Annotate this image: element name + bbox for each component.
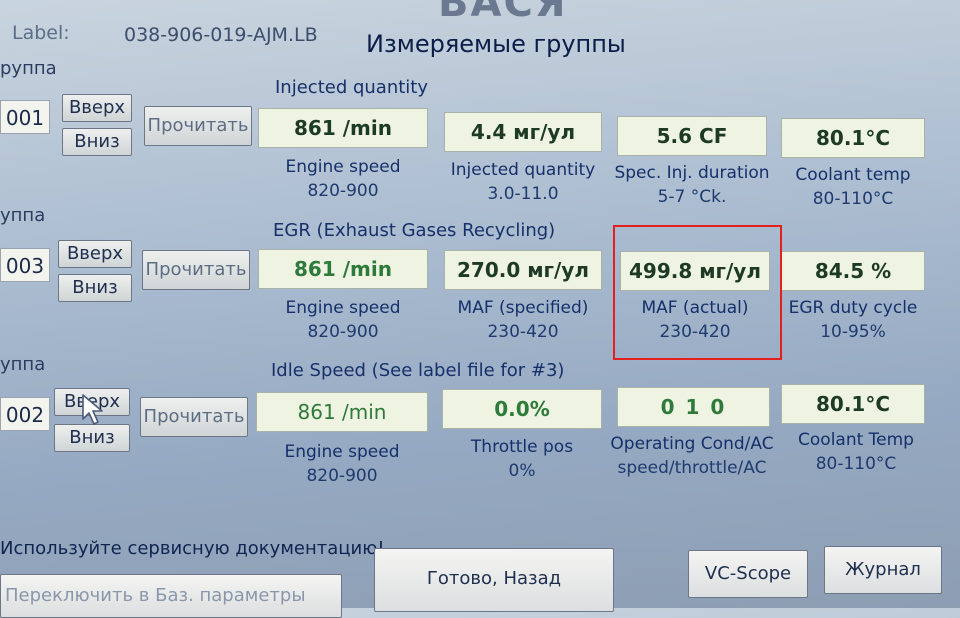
window-title: Измеряемые группы	[366, 30, 626, 58]
down-button[interactable]: Вниз	[58, 274, 132, 302]
value-cell: 270.0 мг/ул	[444, 250, 602, 290]
up-button[interactable]: Вверх	[58, 240, 132, 268]
label-caption: Label:	[12, 22, 70, 44]
cell-description: Engine speed 820-900	[256, 440, 428, 488]
label-value: 038-906-019-AJM.LB	[124, 24, 318, 46]
cell-range: speed/throttle/AC	[617, 458, 767, 478]
group-title: EGR (Exhaust Gases Recycling)	[273, 220, 556, 241]
done-back-button[interactable]: Готово, Назад	[374, 548, 614, 612]
cell-description: Throttle pos 0%	[442, 435, 602, 483]
group-caption: руппа	[0, 58, 57, 79]
cell-description: EGR duty cycle 10-95%	[781, 296, 925, 344]
cell-name: Engine speed	[284, 442, 400, 462]
group-number-input[interactable]: 003	[0, 248, 50, 282]
group-number-input[interactable]: 001	[0, 100, 50, 134]
down-button[interactable]: Вниз	[62, 128, 132, 156]
cell-name: Throttle pos	[470, 437, 574, 457]
cell-name: EGR duty cycle	[788, 298, 918, 318]
cell-range: 0%	[508, 461, 536, 481]
value-cell: 0.0%	[442, 389, 602, 429]
down-button[interactable]: Вниз	[54, 424, 130, 452]
vc-scope-button[interactable]: VC-Scope	[688, 550, 808, 598]
cell-description: Operating Cond/AC speed/throttle/AC	[606, 432, 778, 480]
cell-name: Operating Cond/AC	[610, 434, 774, 454]
cell-range: 820-900	[307, 181, 379, 201]
switch-basic-params-button[interactable]: Переключить в Баз. параметры	[0, 574, 342, 618]
value-cell: 80.1°C	[781, 384, 925, 424]
group-caption: уппа	[0, 205, 46, 226]
cell-name: Coolant temp	[795, 165, 911, 185]
log-button[interactable]: Журнал	[824, 546, 942, 594]
highlight-frame	[613, 225, 782, 360]
read-button[interactable]: Прочитать	[140, 397, 248, 437]
cell-name: Engine speed	[285, 298, 401, 318]
read-button[interactable]: Прочитать	[142, 250, 250, 290]
value-cell: 861 /min	[258, 249, 428, 289]
cell-range: 5-7 °Ck.	[657, 187, 727, 207]
group-title: Idle Speed (See label file for #3)	[271, 360, 565, 381]
value-cell: 0 1 0	[617, 387, 770, 427]
service-notice: Используйте сервисную документацию!	[0, 538, 385, 559]
cell-description: MAF (specified) 230-420	[444, 296, 602, 344]
cell-range: 80-110°C	[812, 189, 894, 209]
value-cell: 5.6 CF	[617, 116, 767, 156]
cell-range: 230-420	[487, 322, 559, 342]
group-title: Injected quantity	[275, 77, 429, 98]
app-title: ВАСЯ	[438, 0, 568, 26]
cell-description: Spec. Inj. duration 5-7 °Ck.	[612, 161, 772, 209]
cell-name: Coolant Temp	[798, 430, 914, 450]
up-button[interactable]: Вверх	[62, 94, 132, 122]
group-number-input[interactable]: 002	[0, 397, 50, 431]
cell-range: 3.0-11.0	[487, 184, 559, 204]
cell-name: Engine speed	[285, 157, 401, 177]
value-cell: 861 /min	[258, 108, 428, 148]
value-cell: 4.4 мг/ул	[444, 112, 602, 152]
cell-description: Engine speed 820-900	[258, 155, 428, 203]
cell-description: Injected quantity 3.0-11.0	[444, 158, 602, 206]
read-button[interactable]: Прочитать	[144, 106, 252, 146]
cell-name: MAF (specified)	[457, 298, 589, 318]
cell-description: Coolant temp 80-110°C	[781, 163, 925, 211]
group-caption: уппа	[0, 354, 46, 375]
cell-name: Injected quantity	[450, 160, 596, 180]
cell-range: 820-900	[307, 322, 379, 342]
cell-range: 820-900	[306, 466, 378, 486]
value-cell: 861 /min	[256, 392, 428, 432]
cell-description: Coolant Temp 80-110°C	[781, 428, 931, 476]
cell-range: 10-95%	[820, 322, 886, 342]
cell-range: 80-110°C	[815, 454, 897, 474]
cell-name: Spec. Inj. duration	[614, 163, 770, 183]
mouse-cursor-icon	[82, 394, 103, 425]
cell-description: Engine speed 820-900	[258, 296, 428, 344]
value-cell: 84.5 %	[781, 251, 925, 291]
value-cell: 80.1°C	[781, 118, 925, 158]
